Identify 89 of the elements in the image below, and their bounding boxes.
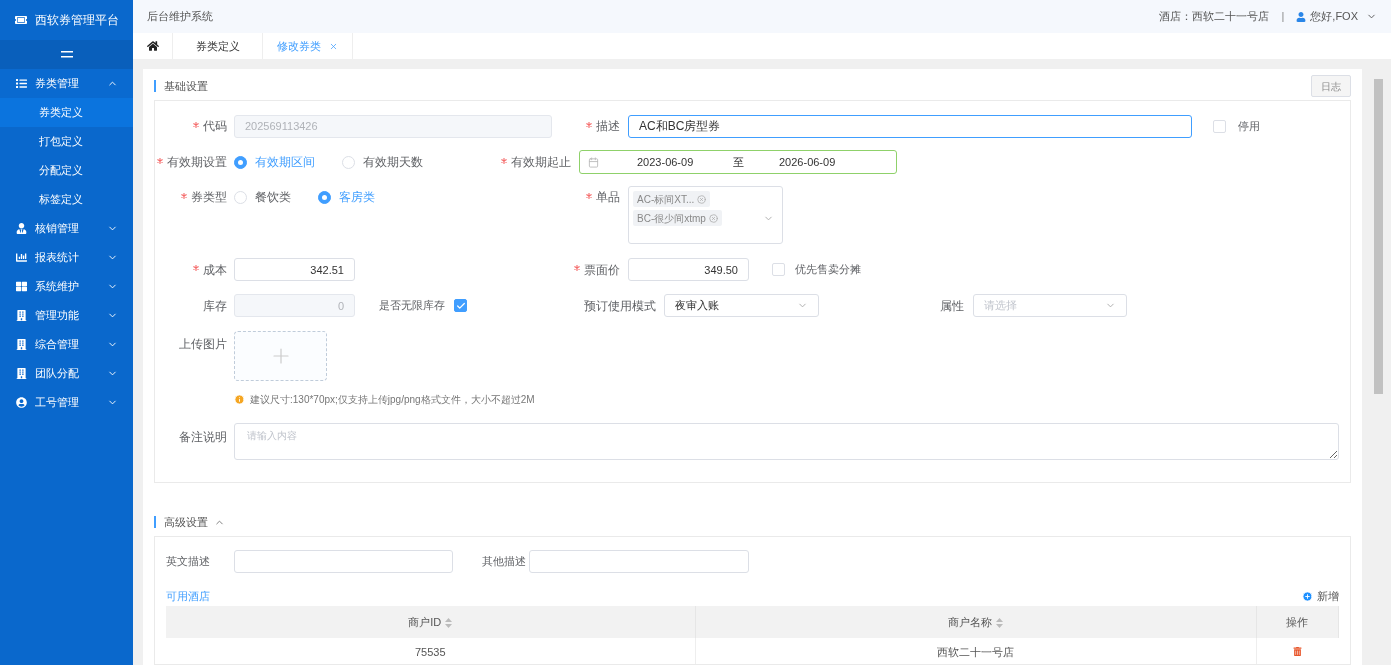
field-label: 成本 [203, 261, 227, 279]
menu-icon [60, 51, 73, 58]
column-header: 操作 [1256, 606, 1339, 638]
sort-icon [445, 617, 453, 628]
radio-label: 客房类 [339, 189, 375, 206]
close-icon [329, 41, 338, 51]
delete-button[interactable] [1293, 647, 1302, 656]
close-icon [708, 213, 718, 223]
page-tab[interactable]: 修改券类 [263, 33, 353, 59]
available-hotels-title: 可用酒店 [166, 588, 210, 604]
description-field[interactable]: AC和BC房型券 [628, 114, 1192, 138]
checkbox[interactable] [454, 299, 467, 312]
booking-mode-select[interactable]: 夜审入账 [664, 294, 819, 317]
item-tag: BC-很少间xtmp [633, 210, 722, 226]
info-icon [234, 394, 245, 405]
field-label: 有效期起止 [511, 154, 571, 171]
trash-icon [1293, 647, 1302, 656]
items-select[interactable]: AC-标间XT... BC-很少间xtmp [628, 186, 783, 244]
sidebar-menu-item[interactable]: 券类管理 [0, 69, 133, 98]
sidebar-menu-item[interactable]: 管理功能 [0, 301, 133, 330]
page-tab[interactable]: 券类定义 [173, 33, 263, 59]
english-description-field[interactable] [234, 550, 453, 573]
radio-button[interactable] [318, 190, 331, 204]
item-tag: AC-标间XT... [633, 191, 711, 207]
close-icon [697, 194, 707, 204]
field-label: 有效期设置 [167, 154, 227, 171]
field-label: 备注说明 [179, 429, 227, 446]
hotel-name: 酒店：西软二十一号店 [1159, 9, 1270, 25]
field-label: 库存 [203, 297, 227, 315]
field-label: 其他描述 [482, 554, 527, 570]
menu-item-icon [16, 78, 27, 89]
sidebar-menu-item[interactable]: 报表统计 [0, 243, 133, 272]
separator-text: | [1281, 9, 1285, 25]
face-value-field[interactable]: 349.50 [628, 258, 749, 281]
field-label: 券类型 [191, 189, 227, 206]
menu-item-icon [16, 368, 27, 379]
sort-icon [996, 617, 1003, 628]
sidebar-submenu-item[interactable]: 标签定义 [0, 185, 133, 214]
field-label: 上传图片 [179, 336, 227, 353]
field-label: 描述 [596, 118, 620, 135]
calendar-icon [588, 156, 599, 168]
upload-hint: 建议尺寸:130*70px;仅支持上传jpg/png格式文件，大小不超过2M [250, 393, 535, 407]
radio-button[interactable] [234, 155, 247, 169]
home-icon [146, 40, 159, 52]
ticket-icon [15, 14, 27, 26]
menu-item-icon [16, 281, 27, 292]
sidebar-menu-item[interactable]: 核销管理 [0, 214, 133, 243]
section-title: 高级设置 [164, 514, 208, 530]
checkbox-label: 是否无限库存 [379, 298, 445, 314]
field-label: 属性 [940, 297, 964, 315]
plus-circle-icon [1302, 590, 1313, 602]
radio-label: 有效期天数 [363, 154, 423, 171]
sidebar-menu-item[interactable]: 工号管理 [0, 388, 133, 417]
field-label: 单品 [596, 189, 620, 206]
sidebar-menu-item[interactable]: 团队分配 [0, 359, 133, 388]
radio-label: 有效期区间 [255, 154, 315, 171]
log-button[interactable]: 日志 [1311, 75, 1351, 97]
other-description-field[interactable] [529, 550, 749, 573]
menu-item-icon [16, 252, 27, 263]
add-button[interactable]: 新增 [1302, 587, 1339, 605]
menu-item-icon [16, 397, 27, 408]
table-cell: 西软二十一号店 [695, 638, 1256, 664]
brand-name: 西软券管理平台 [35, 12, 119, 29]
field-label: 代码 [203, 118, 227, 135]
checkbox-label: 优先售卖分摊 [795, 262, 861, 278]
section-title: 基础设置 [164, 78, 209, 94]
system-title: 后台维护系统 [147, 9, 213, 25]
sidebar-submenu-item[interactable]: 券类定义 [0, 98, 133, 127]
menu-item-icon [16, 223, 27, 234]
field-label: 英文描述 [166, 554, 211, 570]
radio-label: 餐饮类 [255, 189, 291, 206]
menu-item-icon [16, 339, 27, 350]
checkbox-label: 停用 [1238, 118, 1260, 134]
menu-toggle-button[interactable] [0, 40, 133, 69]
user-icon [1296, 11, 1307, 22]
field-label: 票面价 [584, 261, 620, 279]
cost-field[interactable]: 342.51 [234, 258, 355, 281]
column-header[interactable]: 商户名称 [695, 606, 1256, 638]
sidebar-menu-item[interactable]: 系统维护 [0, 272, 133, 301]
sidebar-menu-item[interactable]: 综合管理 [0, 330, 133, 359]
table-cell: 75535 [166, 638, 695, 664]
field-label: 预订使用模式 [584, 297, 656, 315]
sidebar-submenu-item[interactable]: 分配定义 [0, 156, 133, 185]
sidebar-submenu-item[interactable]: 打包定义 [0, 127, 133, 156]
image-upload-box[interactable] [234, 331, 327, 381]
user-menu[interactable]: 您好,FOX [1296, 8, 1377, 25]
menu-item-icon [16, 310, 27, 321]
column-header[interactable]: 商户ID [166, 606, 695, 638]
date-range-field[interactable]: 2023-06-09 至 2026-06-09 [579, 150, 897, 174]
